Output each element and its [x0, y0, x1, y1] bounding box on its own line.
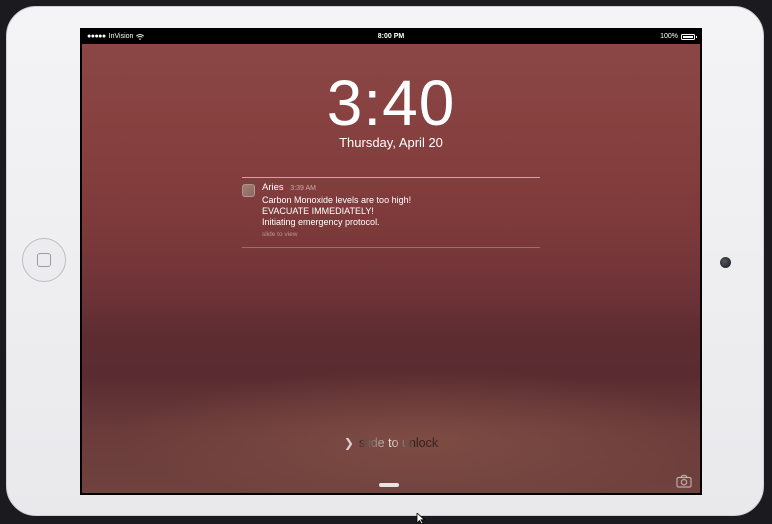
home-button[interactable] [22, 238, 66, 282]
notification-app-name: Aries [262, 182, 284, 193]
lock-clock: 3:40 [326, 67, 456, 139]
slide-to-unlock-label: slide to unlock [358, 436, 439, 450]
status-bar: ●●●●● InVision 8:00 PM 100% [82, 30, 700, 44]
notification-line: Carbon Monoxide levels are too high! [262, 195, 412, 205]
battery-fill [683, 36, 693, 38]
slide-to-unlock[interactable]: ❯ slide to unlock [82, 435, 700, 451]
mouse-cursor-icon [416, 513, 426, 524]
chevron-right-icon: ❯ [343, 436, 354, 450]
battery-icon [681, 34, 697, 40]
status-time: 8:00 PM [377, 33, 405, 40]
notification-line: Initiating emergency protocol. [262, 217, 380, 227]
home-button-icon [37, 253, 51, 267]
notification-body: Aries 3:39 AM Carbon Monoxide levels are… [262, 182, 411, 241]
lock-screen[interactable]: ●●●●● InVision 8:00 PM 100% 3:40 Thursda… [80, 28, 702, 495]
notification-time: 3:39 AM [290, 185, 316, 192]
notification-line: EVACUATE IMMEDIATELY! [262, 206, 374, 216]
camera-icon[interactable] [676, 474, 692, 488]
front-camera [720, 257, 731, 268]
status-bar-right: 100% [660, 30, 697, 44]
notification-divider [242, 177, 540, 178]
control-center-grabber[interactable] [379, 483, 399, 487]
ipad-device-frame: ●●●●● InVision 8:00 PM 100% 3:40 Thursda… [6, 6, 764, 516]
slide-to-view-label[interactable]: slide to view [262, 229, 411, 241]
battery-tip [695, 36, 697, 38]
notification-header: Aries 3:39 AM [262, 182, 411, 195]
app-icon [242, 184, 255, 197]
battery-percent: 100% [660, 33, 678, 40]
lock-date: Thursday, April 20 [339, 135, 443, 150]
notification-divider [242, 247, 540, 248]
